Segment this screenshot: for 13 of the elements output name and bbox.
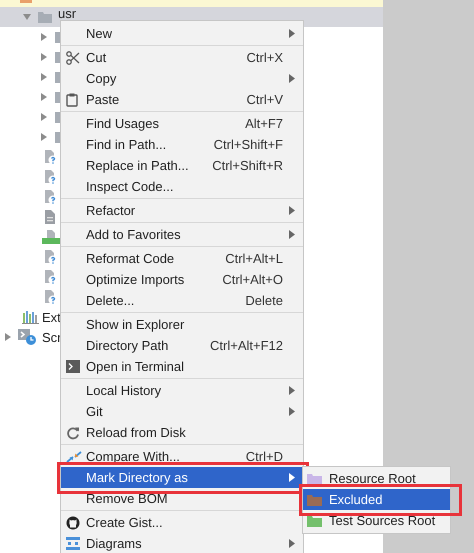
tree-label: Ext [42,310,61,324]
shortcut-text: Ctrl+D [246,449,283,464]
shortcut-text: Alt+F7 [245,116,283,131]
shortcut-text: Delete [245,293,283,308]
shortcut-text: Ctrl+Alt+F12 [210,338,283,353]
shortcut-text: Ctrl+Alt+O [222,272,283,287]
tree-label: Scr [42,330,62,344]
tree-label: usr [58,7,76,21]
shortcut-text: Ctrl+X [246,50,283,65]
shortcut-text: Ctrl+Shift+R [212,158,283,173]
shortcut-text: Ctrl+Shift+F [214,137,283,152]
shortcut-text: Ctrl+V [246,92,283,107]
shortcut-text: Ctrl+Alt+L [225,251,283,266]
